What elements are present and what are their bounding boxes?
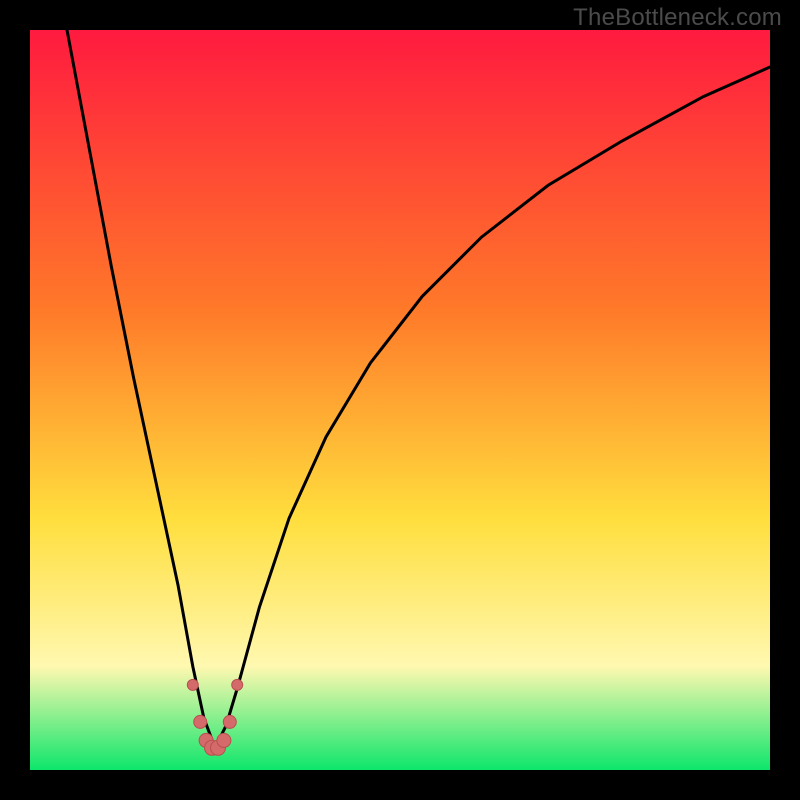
- chart-frame: TheBottleneck.com: [0, 0, 800, 800]
- curve-marker: [223, 715, 236, 728]
- plot-area: [30, 30, 770, 770]
- curve-marker: [187, 679, 198, 690]
- gradient-background: [30, 30, 770, 770]
- curve-marker: [232, 679, 243, 690]
- curve-marker: [194, 715, 207, 728]
- watermark-text: TheBottleneck.com: [573, 4, 782, 32]
- curve-marker: [217, 733, 231, 747]
- chart-svg: [30, 30, 770, 770]
